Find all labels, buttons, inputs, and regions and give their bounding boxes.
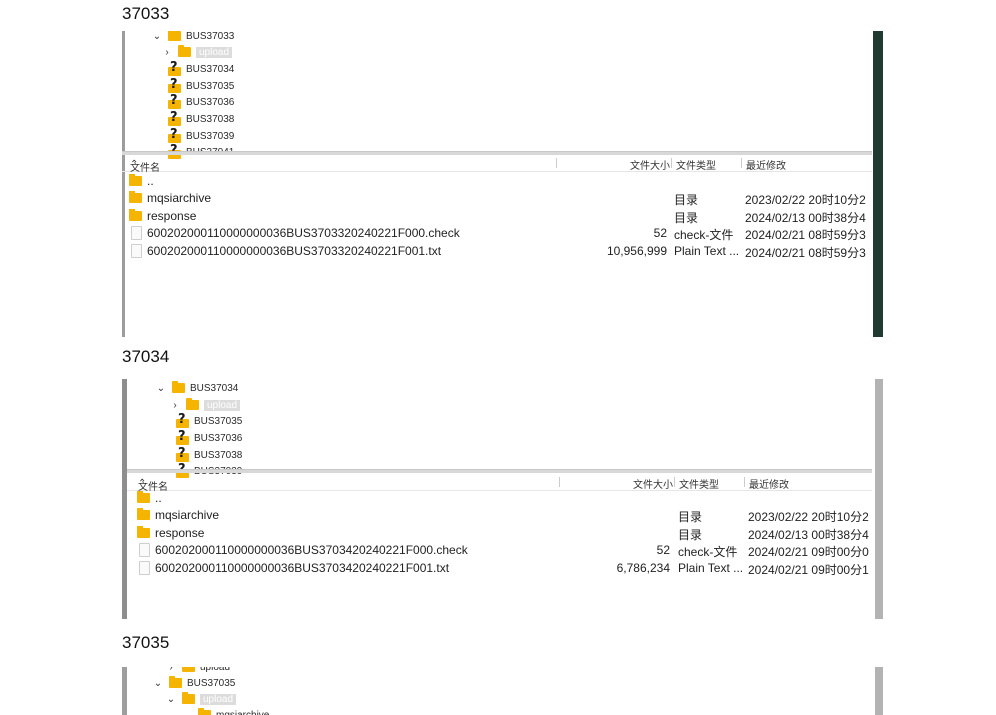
chevron-right-icon[interactable]: › (162, 47, 172, 58)
chevron-down-icon[interactable]: ⌄ (166, 694, 176, 705)
tree-item[interactable]: ? BUS37036 (176, 429, 242, 446)
chevron-down-icon[interactable]: ⌄ (152, 31, 162, 42)
file-browser-37035: › upload ⌄ BUS37035 ⌄ upload mqsiarchive (122, 667, 883, 715)
chevron-right-icon[interactable]: › (166, 667, 176, 673)
list-header: 文件名 ⌃ 文件大小 文件类型 最近修改 (127, 474, 872, 493)
sort-ascending-icon: ⌃ (138, 478, 147, 489)
pane-divider[interactable] (127, 469, 872, 473)
file-icon (131, 226, 142, 240)
directory-tree: ⌄ BUS37034 › upload ? BUS37035 ? BUS3703… (122, 379, 872, 478)
folder-icon (137, 508, 150, 520)
directory-tree: ⌄ BUS37033 › upload ? BUS37034 ? BUS3703… (122, 31, 872, 159)
tree-item-expanded[interactable]: ⌄ BUS37034 (156, 380, 238, 396)
header-type[interactable]: 文件类型 (676, 157, 716, 172)
tree-item-upload[interactable]: › upload (166, 667, 230, 675)
unknown-folder-icon: ? (168, 77, 181, 93)
sort-ascending-icon: ⌃ (130, 159, 139, 170)
unknown-folder-icon: ? (176, 446, 189, 462)
header-size[interactable]: 文件大小 (633, 476, 673, 491)
list-item[interactable]: .. (127, 490, 872, 507)
background-window-edge (873, 31, 883, 337)
folder-icon (168, 31, 181, 41)
tree-item[interactable]: ? BUS37035 (176, 412, 242, 429)
list-item[interactable]: .. (122, 173, 872, 190)
caption-37035: 37035 (122, 633, 170, 652)
folder-icon (182, 667, 195, 672)
tree-item[interactable]: ? BUS37039 (168, 127, 234, 144)
folder-icon (129, 174, 142, 186)
unknown-folder-icon: ? (176, 429, 189, 445)
unknown-folder-icon: ? (168, 127, 181, 143)
file-icon (139, 543, 150, 557)
list-item[interactable]: response 目录 2024/02/13 00时38分4 (122, 208, 872, 225)
file-browser-37034: ⌄ BUS37034 › upload ? BUS37035 ? BUS3703… (122, 379, 883, 619)
caption-37033: 37033 (122, 4, 170, 23)
folder-icon (186, 398, 199, 410)
tree-item[interactable]: ? BUS37038 (168, 110, 234, 127)
header-modified[interactable]: 最近修改 (749, 476, 789, 491)
file-icon (131, 244, 142, 258)
tree-item[interactable]: ? BUS37038 (176, 446, 242, 463)
unknown-folder-icon: ? (168, 110, 181, 126)
unknown-folder-icon: ? (176, 412, 189, 428)
folder-icon (137, 491, 150, 503)
list-item[interactable]: 600202000110000000036BUS3703420240221F00… (127, 560, 872, 577)
folder-icon (129, 209, 142, 221)
chevron-down-icon[interactable]: ⌄ (153, 678, 163, 689)
window-edge (875, 379, 883, 619)
tree-item[interactable]: ? BUS37034 (168, 60, 234, 77)
list-item[interactable]: mqsiarchive 目录 2023/02/22 20时10分2 (122, 190, 872, 207)
file-browser-37033: ⌄ BUS37033 › upload ? BUS37034 ? BUS3703… (122, 31, 883, 337)
list-item[interactable]: response 目录 2024/02/13 00时38分4 (127, 525, 872, 542)
header-type[interactable]: 文件类型 (679, 476, 719, 491)
unknown-folder-icon: ? (168, 93, 181, 109)
tree-item-upload[interactable]: ⌄ upload (166, 691, 237, 707)
list-item[interactable]: mqsiarchive 目录 2023/02/22 20时10分2 (127, 507, 872, 524)
tree-item-expanded[interactable]: ⌄ BUS37033 (152, 31, 234, 44)
header-size[interactable]: 文件大小 (630, 157, 670, 172)
list-item[interactable]: 600202000110000000036BUS3703320240221F00… (122, 225, 872, 242)
folder-icon (178, 45, 191, 57)
folder-icon (129, 191, 142, 203)
chevron-right-icon[interactable]: › (170, 400, 180, 411)
file-icon (139, 561, 150, 575)
tree-item-upload[interactable]: › upload (162, 44, 233, 60)
tree-item-expanded[interactable]: ⌄ BUS37035 (153, 675, 235, 691)
folder-icon (182, 692, 195, 704)
folder-icon (172, 381, 185, 393)
tree-item[interactable]: ? BUS37036 (168, 93, 234, 110)
window-edge (875, 667, 883, 715)
chevron-down-icon[interactable]: ⌄ (156, 383, 166, 394)
unknown-folder-icon: ? (168, 60, 181, 76)
tree-item[interactable]: ? BUS37035 (168, 77, 234, 94)
header-modified[interactable]: 最近修改 (746, 157, 786, 172)
folder-icon (137, 526, 150, 538)
tree-item[interactable]: mqsiarchive (198, 707, 269, 715)
folder-icon (198, 708, 211, 715)
list-item[interactable]: 600202000110000000036BUS3703420240221F00… (127, 542, 872, 559)
list-item[interactable]: 600202000110000000036BUS3703320240221F00… (122, 243, 872, 260)
list-header: 文件名 ⌃ 文件大小 文件类型 最近修改 (122, 155, 872, 174)
folder-icon (169, 676, 182, 688)
directory-tree: › upload ⌄ BUS37035 ⌄ upload mqsiarchive (122, 667, 872, 715)
caption-37034: 37034 (122, 347, 170, 366)
